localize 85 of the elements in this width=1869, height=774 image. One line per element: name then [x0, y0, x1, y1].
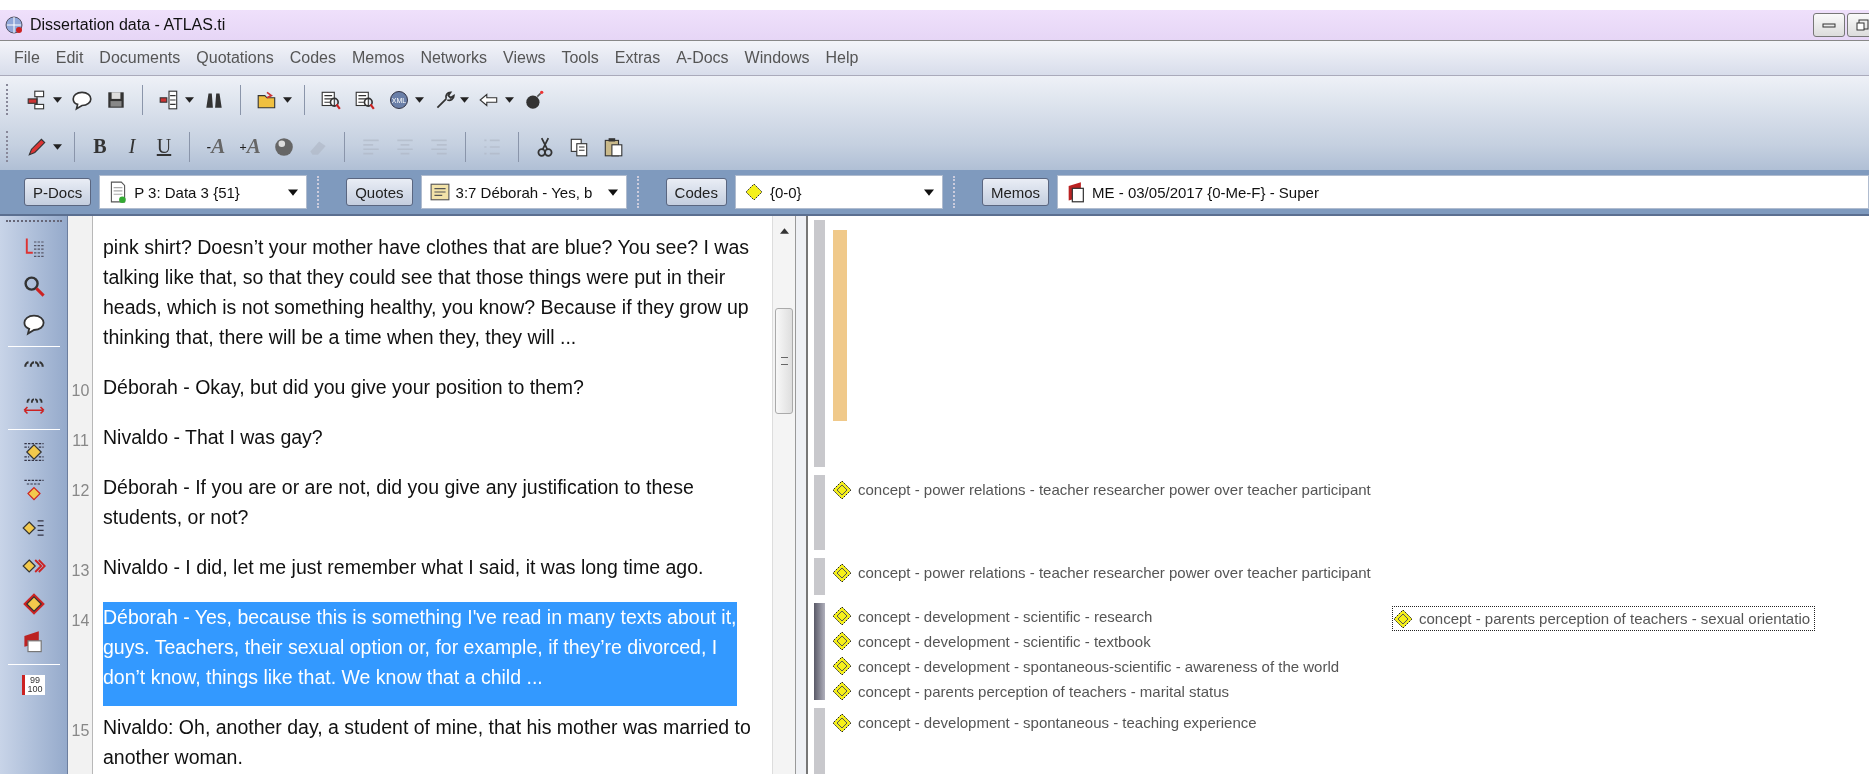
comment-icon[interactable] [21, 312, 46, 336]
caret-icon[interactable] [460, 96, 469, 103]
transcript-paragraph: Nivaldo: Oh, another day, a student of mine, that his mother was married to another woman. [103, 715, 751, 770]
window-title: Dissertation data - ATLAS.ti [30, 16, 226, 34]
menu-item[interactable]: Help [817, 49, 867, 67]
caret-icon[interactable] [53, 96, 62, 103]
menu-item[interactable]: Documents [91, 49, 189, 67]
menu-item[interactable]: File [6, 49, 48, 67]
memo-icon [1066, 181, 1087, 203]
code-filter-icon[interactable] [21, 478, 46, 502]
menu-item[interactable]: Memos [343, 49, 413, 67]
document-selector[interactable]: P 3: Data 3 {51} [99, 175, 308, 209]
code-label[interactable]: concept - parents perception of teachers - marital status [832, 681, 1392, 701]
code-label[interactable]: concept - development - spontaneous-scientific - awareness of the world [832, 656, 1392, 676]
minimize-icon [1821, 20, 1837, 30]
caret-icon[interactable] [185, 96, 194, 103]
italic-button[interactable]: I [119, 131, 145, 162]
code-icon [832, 562, 852, 583]
quotation-bar[interactable] [814, 603, 825, 700]
code-icon [832, 606, 852, 626]
code-icon [743, 181, 764, 203]
code-label[interactable]: concept - power relations - teacher researcher power over teacher participant [832, 478, 1392, 501]
transcript-paragraph: Déborah - If you are or are not, did you give any justification to these students, or not? [103, 475, 694, 530]
line-number: 12 [70, 481, 91, 501]
code-icon [832, 479, 852, 500]
quotation-icon [429, 181, 450, 203]
menu-item[interactable]: Edit [47, 49, 92, 67]
caret-icon[interactable] [283, 96, 292, 103]
line-number: 13 [70, 561, 91, 581]
caret-icon[interactable] [53, 143, 62, 150]
menu-item[interactable]: Views [495, 49, 554, 67]
caret-icon[interactable] [505, 96, 514, 103]
code-icon [832, 712, 852, 733]
underline-button[interactable]: U [151, 131, 177, 162]
font-size-button[interactable]: $^{-}$A [202, 131, 230, 162]
menu-item[interactable]: Tools [553, 49, 607, 67]
memo-selector[interactable]: ME - 03/05/2017 {0-Me-F} - Super [1057, 175, 1869, 209]
code-icon [832, 681, 852, 701]
dropdown-caret-icon[interactable] [923, 188, 934, 196]
transcript-paragraph: pink shirt? Doesn’t your mother have clothes that are blue? You see? I was talking like that, so that they could see that those things were put in their heads, which is not something healthy, you know? Because if they grow up thinking that, there will be a time when they, they will ... [103, 235, 750, 350]
search-icon[interactable] [21, 274, 46, 298]
memo-manager-button[interactable]: Memos [981, 178, 1050, 206]
transcript-paragraph: Déborah - Yes, because this is something I've read in many texts about it, guys. Teachers, their sexual option or, for example, if they’re divorced, I don’t know, things like that. We know that a child ... [103, 602, 737, 706]
line-number: 14 [70, 611, 91, 631]
quote-selector[interactable]: 3:7 Déborah - Yes, b [420, 175, 627, 209]
percent-badge-icon[interactable]: 99 100 [22, 675, 45, 695]
code-star-icon[interactable] [21, 592, 46, 616]
scroll-up-icon[interactable] [779, 228, 789, 234]
minimize-button[interactable] [1813, 13, 1845, 37]
scroll-thumb[interactable] [775, 308, 793, 414]
code-icon [832, 656, 852, 676]
transcript-paragraph: Nivaldo - I did, let me just remember what I said, it was long time ago. [103, 555, 704, 580]
code-icon [1393, 608, 1413, 629]
transcript-paragraph: Déborah - Okay, but did you give your position to them? [103, 375, 584, 400]
menu-item[interactable]: A-Docs [668, 49, 737, 67]
menu-item[interactable]: Extras [606, 49, 669, 67]
dropdown-caret-icon[interactable] [288, 188, 299, 196]
document-icon [108, 181, 129, 203]
code-icon [832, 631, 852, 651]
font-size-button[interactable]: $^{+}$A [236, 131, 264, 162]
bold-button[interactable]: B [87, 131, 113, 162]
line-number: 11 [71, 431, 90, 451]
line-number: 10 [70, 381, 91, 401]
restore-icon [1855, 18, 1869, 32]
code-label[interactable]: concept - development - scientific - research [832, 606, 1392, 626]
menu-item[interactable]: Codes [281, 49, 344, 67]
caret-icon[interactable] [415, 96, 424, 103]
code-selector[interactable]: {0-0} [734, 175, 943, 209]
code-label[interactable]: concept - development - scientific - textbook [832, 631, 1392, 651]
dropdown-caret-icon[interactable] [607, 188, 618, 196]
code-manager-button[interactable]: Codes [665, 178, 727, 206]
transcript-paragraph: Nivaldo - That I was gay? [103, 425, 323, 450]
code-label[interactable]: concept - parents perception of teachers - sexual orientatio [1392, 606, 1816, 631]
code-label[interactable]: concept - power relations - teacher researcher power over teacher participant [832, 561, 1392, 584]
menu-item[interactable]: Networks [412, 49, 496, 67]
line-number: 15 [70, 721, 91, 741]
pane-splitter[interactable] [796, 216, 808, 774]
menu-item[interactable]: Windows [736, 49, 818, 67]
document-manager-button[interactable]: P-Docs [24, 178, 92, 206]
quote-manager-button[interactable]: Quotes [346, 178, 413, 206]
menu-item[interactable]: Quotations [188, 49, 282, 67]
code-label[interactable]: concept - development - spontaneous - teaching experience [832, 711, 1392, 734]
scrollbar[interactable] [772, 216, 795, 774]
code-grid-icon[interactable] [21, 440, 46, 464]
app-icon [4, 15, 24, 35]
